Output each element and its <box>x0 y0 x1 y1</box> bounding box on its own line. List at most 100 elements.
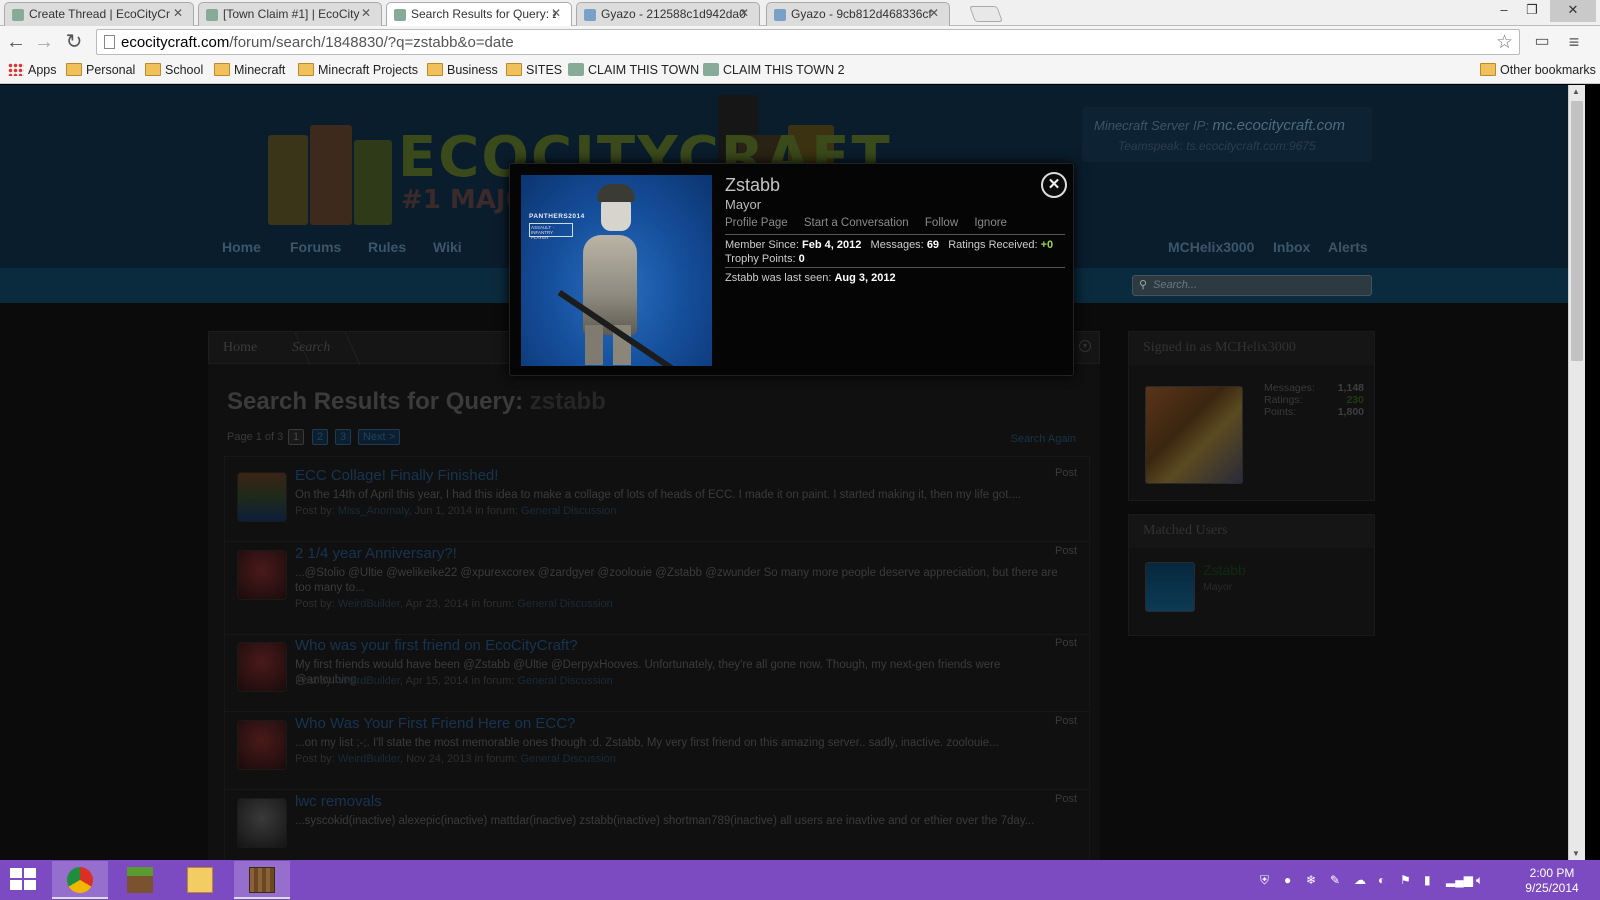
nav-alerts[interactable]: Alerts <box>1328 239 1368 255</box>
forward-arrow-icon[interactable]: → <box>32 31 56 55</box>
close-tab-icon[interactable]: ✕ <box>551 6 561 20</box>
tray-app-icon[interactable]: ● <box>1284 873 1291 887</box>
taskbar-clock[interactable]: 2:00 PM 9/25/2014 <box>1518 866 1586 896</box>
nav-forums[interactable]: Forums <box>290 239 341 255</box>
avatar[interactable] <box>237 472 287 522</box>
nav-home[interactable]: Home <box>222 239 261 255</box>
menu-icon[interactable]: ≡ <box>1562 31 1586 55</box>
bookmark-apps[interactable]: Apps <box>8 62 57 78</box>
result-author[interactable]: WeirdBuilder <box>338 598 400 610</box>
scrollbar-thumb[interactable] <box>1571 101 1583 361</box>
bookmark-minecraft-projects[interactable]: Minecraft Projects <box>298 62 418 78</box>
page-button-2[interactable]: 2 <box>312 429 329 445</box>
headphones-icon[interactable]: ◐ <box>1378 873 1385 887</box>
result-author[interactable]: WeirdBuilder <box>338 753 400 765</box>
profile-page-link[interactable]: Profile Page <box>725 217 788 229</box>
avatar[interactable] <box>1145 386 1243 484</box>
close-tab-icon[interactable]: ✕ <box>929 6 939 20</box>
follow-link[interactable]: Follow <box>925 217 958 229</box>
restore-window-icon[interactable]: ❐ <box>1518 0 1546 22</box>
ignore-link[interactable]: Ignore <box>974 217 1007 229</box>
bookmark-claim-this-town[interactable]: CLAIM THIS TOWN <box>568 62 699 78</box>
nav-inbox[interactable]: Inbox <box>1273 239 1310 255</box>
flag-icon[interactable]: ⚑ <box>1400 873 1411 887</box>
result-item[interactable]: lwc removals ...syscokid(inactive) alexe… <box>237 793 1077 860</box>
bookmark-claim-this-town-2[interactable]: CLAIM THIS TOWN 2 <box>703 62 845 78</box>
result-title[interactable]: 2 1/4 year Anniversary?! <box>295 545 457 562</box>
scroll-up-arrow-icon[interactable]: ▲ <box>1572 87 1580 96</box>
volume-icon[interactable]: 🔈︎ <box>1476 873 1483 888</box>
taskbar-chrome[interactable] <box>52 861 108 899</box>
next-page-button[interactable]: Next > <box>358 429 401 445</box>
tab-search-results[interactable]: Search Results for Query: z ✕ <box>386 2 572 26</box>
pen-icon[interactable]: ✎ <box>1330 873 1340 887</box>
close-tab-icon[interactable]: ✕ <box>173 6 183 20</box>
snowflake-icon[interactable]: ❄ <box>1306 873 1316 887</box>
bookmark-personal[interactable]: Personal <box>66 62 135 78</box>
windows-start-icon[interactable] <box>10 868 38 892</box>
chevron-down-icon[interactable]: ▼ <box>1079 340 1091 352</box>
bookmark-sites[interactable]: SITES <box>506 62 562 78</box>
result-forum[interactable]: General Discussion <box>517 675 612 687</box>
scroll-down-arrow-icon[interactable]: ▼ <box>1572 849 1580 858</box>
avatar[interactable] <box>237 642 287 692</box>
result-forum[interactable]: General Discussion <box>520 753 615 765</box>
stat-value: 230 <box>1346 394 1364 406</box>
shield-icon[interactable]: ⛨ <box>1260 873 1269 888</box>
result-forum[interactable]: General Discussion <box>517 598 612 610</box>
result-title[interactable]: ECC Collage! Finally Finished! <box>295 467 498 484</box>
address-bar[interactable]: ecocitycraft.com/forum/search/1848830/?q… <box>96 29 1520 55</box>
nav-wiki[interactable]: Wiki <box>433 239 462 255</box>
avatar[interactable] <box>237 550 287 600</box>
result-item[interactable]: Who was your first friend on EcoCityCraf… <box>225 637 1091 712</box>
result-item[interactable]: ECC Collage! Finally Finished! On the 14… <box>225 467 1091 542</box>
result-item[interactable]: Who Was Your First Friend Here on ECC? .… <box>225 715 1091 790</box>
result-title[interactable]: Who was your first friend on EcoCityCraf… <box>295 637 578 654</box>
avatar[interactable] <box>1145 562 1195 612</box>
tab-gyazo-1[interactable]: Gyazo - 212588c1d942da0 ✕ <box>576 2 760 26</box>
minimize-window-icon[interactable]: – <box>1490 0 1518 22</box>
close-tab-icon[interactable]: ✕ <box>361 6 371 20</box>
new-tab-button[interactable] <box>969 6 1003 22</box>
matched-user-name[interactable]: Zstabb <box>1203 562 1246 578</box>
close-tab-icon[interactable]: ✕ <box>739 6 749 20</box>
bookmark-star-icon[interactable]: ☆ <box>1496 31 1513 54</box>
bookmark-business[interactable]: Business <box>427 62 498 78</box>
nav-rules[interactable]: Rules <box>368 239 406 255</box>
taskbar-minecraft[interactable] <box>112 861 168 899</box>
avatar[interactable] <box>237 798 287 848</box>
page-button-3[interactable]: 3 <box>335 429 352 445</box>
site-search-input[interactable]: ⚲ Search... <box>1132 275 1372 296</box>
result-author[interactable]: Miss_Anomaly <box>338 505 409 517</box>
page-button-1[interactable]: 1 <box>288 429 305 445</box>
start-conversation-link[interactable]: Start a Conversation <box>804 217 909 229</box>
breadcrumb-home[interactable]: Home <box>223 340 257 356</box>
tab-gyazo-2[interactable]: Gyazo - 9cb812d468336cf ✕ <box>766 2 950 26</box>
avatar[interactable] <box>237 720 287 770</box>
bookmark-minecraft[interactable]: Minecraft <box>214 62 285 78</box>
tab-town-claim[interactable]: [Town Claim #1] | EcoCity ✕ <box>198 2 382 26</box>
bookmark-other-bookmarks[interactable]: Other bookmarks <box>1480 62 1596 78</box>
result-title[interactable]: Who Was Your First Friend Here on ECC? <box>295 715 575 732</box>
close-window-icon[interactable]: ✕ <box>1550 0 1596 22</box>
cloud-icon[interactable]: ☁ <box>1354 873 1366 887</box>
taskbar-file-explorer[interactable] <box>172 861 228 899</box>
taskbar-minecraft-launcher[interactable] <box>234 861 290 899</box>
result-author[interactable]: WeirdBuilder <box>338 675 400 687</box>
cast-icon[interactable]: ▭ <box>1530 31 1554 55</box>
back-arrow-icon[interactable]: ← <box>4 31 28 55</box>
breadcrumb-search[interactable]: Search <box>292 340 330 356</box>
browser-tab-strip: Create Thread | EcoCityCr ✕ [Town Claim … <box>0 0 1600 26</box>
result-title[interactable]: lwc removals <box>295 793 382 810</box>
result-forum[interactable]: General Discussion <box>521 505 616 517</box>
bookmark-school[interactable]: School <box>145 62 203 78</box>
tab-create-thread[interactable]: Create Thread | EcoCityCr ✕ <box>4 2 194 26</box>
close-icon[interactable]: ✕ <box>1041 172 1067 198</box>
nav-username[interactable]: MCHelix3000 <box>1168 239 1254 255</box>
page-scrollbar[interactable]: ▲ ▼ <box>1568 85 1585 860</box>
signal-icon[interactable]: ▂▄▆ <box>1446 873 1473 887</box>
battery-icon[interactable]: ▮ <box>1424 873 1431 887</box>
result-item[interactable]: 2 1/4 year Anniversary?! ...@Stolio @Ult… <box>225 545 1091 635</box>
reload-icon[interactable]: ↻ <box>62 31 86 55</box>
search-again-link[interactable]: Search Again <box>1011 433 1076 445</box>
